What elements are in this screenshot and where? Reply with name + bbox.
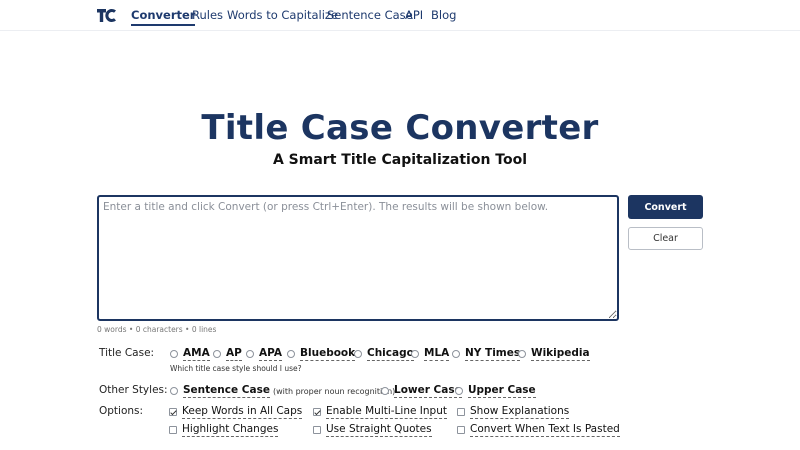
radio-circle[interactable] — [246, 350, 254, 358]
radio-ama-label: AMA — [183, 347, 210, 361]
radio-circle[interactable] — [287, 350, 295, 358]
radio-circle[interactable] — [452, 350, 460, 358]
checkbox[interactable] — [313, 426, 321, 434]
radio-upper-case[interactable]: Upper Case — [455, 384, 536, 398]
radio-circle[interactable] — [354, 350, 362, 358]
radio-mla[interactable]: MLA — [411, 347, 450, 361]
options-label: Options: — [99, 405, 144, 417]
radio-circle[interactable] — [170, 350, 178, 358]
radio-ny-times-label: NY Times — [465, 347, 521, 361]
option-keep-all-caps[interactable]: Keep Words in All Caps — [169, 405, 303, 419]
checkbox[interactable] — [169, 426, 177, 434]
option-convert-on-paste-label: Convert When Text Is Pasted — [470, 423, 620, 437]
checkbox[interactable] — [313, 408, 321, 416]
option-highlight-changes[interactable]: Highlight Changes — [169, 423, 279, 437]
option-straight-quotes-label: Use Straight Quotes — [326, 423, 432, 437]
radio-apa-label: APA — [259, 347, 282, 361]
radio-sentence-case[interactable]: Sentence Case (with proper noun recogniti… — [170, 384, 395, 398]
radio-chicago[interactable]: Chicago — [354, 347, 414, 361]
radio-circle[interactable] — [455, 387, 463, 395]
checkbox[interactable] — [169, 408, 177, 416]
radio-chicago-label: Chicago — [367, 347, 414, 361]
radio-sentence-case-label: Sentence Case — [183, 384, 270, 398]
option-straight-quotes[interactable]: Use Straight Quotes — [313, 423, 432, 437]
radio-circle[interactable] — [518, 350, 526, 358]
radio-circle[interactable] — [411, 350, 419, 358]
radio-circle[interactable] — [213, 350, 221, 358]
checkbox[interactable] — [457, 426, 465, 434]
option-highlight-changes-label: Highlight Changes — [182, 423, 279, 437]
nav-api[interactable]: API — [405, 8, 423, 22]
tc-logo-icon[interactable] — [97, 8, 117, 23]
radio-wikipedia[interactable]: Wikipedia — [518, 347, 590, 361]
radio-circle[interactable] — [381, 387, 389, 395]
nav-blog[interactable]: Blog — [431, 8, 456, 22]
option-multi-line-label: Enable Multi-Line Input — [326, 405, 447, 419]
page-subtitle: A Smart Title Capitalization Tool — [272, 152, 528, 168]
convert-button[interactable]: Convert — [628, 195, 703, 219]
radio-circle[interactable] — [170, 387, 178, 395]
text-counter: 0 words • 0 characters • 0 lines — [97, 325, 217, 334]
clear-button[interactable]: Clear — [628, 227, 703, 250]
sentence-case-note: (with proper noun recognition) — [272, 386, 396, 396]
radio-apa[interactable]: APA — [246, 347, 282, 361]
option-keep-all-caps-label: Keep Words in All Caps — [182, 405, 303, 419]
option-multi-line[interactable]: Enable Multi-Line Input — [313, 405, 447, 419]
checkbox[interactable] — [457, 408, 465, 416]
page-title: Title Case Converter — [201, 108, 599, 148]
radio-bluebook[interactable]: Bluebook — [287, 347, 356, 361]
nav-sentence-case[interactable]: Sentence Case — [327, 8, 413, 22]
radio-lower-case[interactable]: Lower Case — [381, 384, 462, 398]
radio-upper-case-label: Upper Case — [468, 384, 536, 398]
other-styles-label: Other Styles: — [99, 384, 168, 396]
title-case-label: Title Case: — [99, 347, 155, 359]
nav-rules[interactable]: Rules — [192, 8, 223, 22]
option-convert-on-paste[interactable]: Convert When Text Is Pasted — [457, 423, 620, 437]
title-input[interactable] — [97, 195, 619, 321]
radio-bluebook-label: Bluebook — [300, 347, 356, 361]
option-show-explanations-label: Show Explanations — [470, 405, 570, 419]
radio-mla-label: MLA — [424, 347, 450, 361]
radio-ama[interactable]: AMA — [170, 347, 210, 361]
radio-wikipedia-label: Wikipedia — [531, 347, 590, 361]
style-help-link[interactable]: Which title case style should I use? — [170, 364, 302, 373]
radio-ny-times[interactable]: NY Times — [452, 347, 521, 361]
top-nav: Converter Rules Words to Capitalize Sent… — [0, 0, 800, 31]
nav-converter[interactable]: Converter — [131, 8, 196, 26]
radio-ap[interactable]: AP — [213, 347, 242, 361]
nav-words-to-capitalize[interactable]: Words to Capitalize — [227, 8, 338, 22]
radio-ap-label: AP — [226, 347, 242, 361]
radio-lower-case-label: Lower Case — [394, 384, 462, 398]
option-show-explanations[interactable]: Show Explanations — [457, 405, 570, 419]
